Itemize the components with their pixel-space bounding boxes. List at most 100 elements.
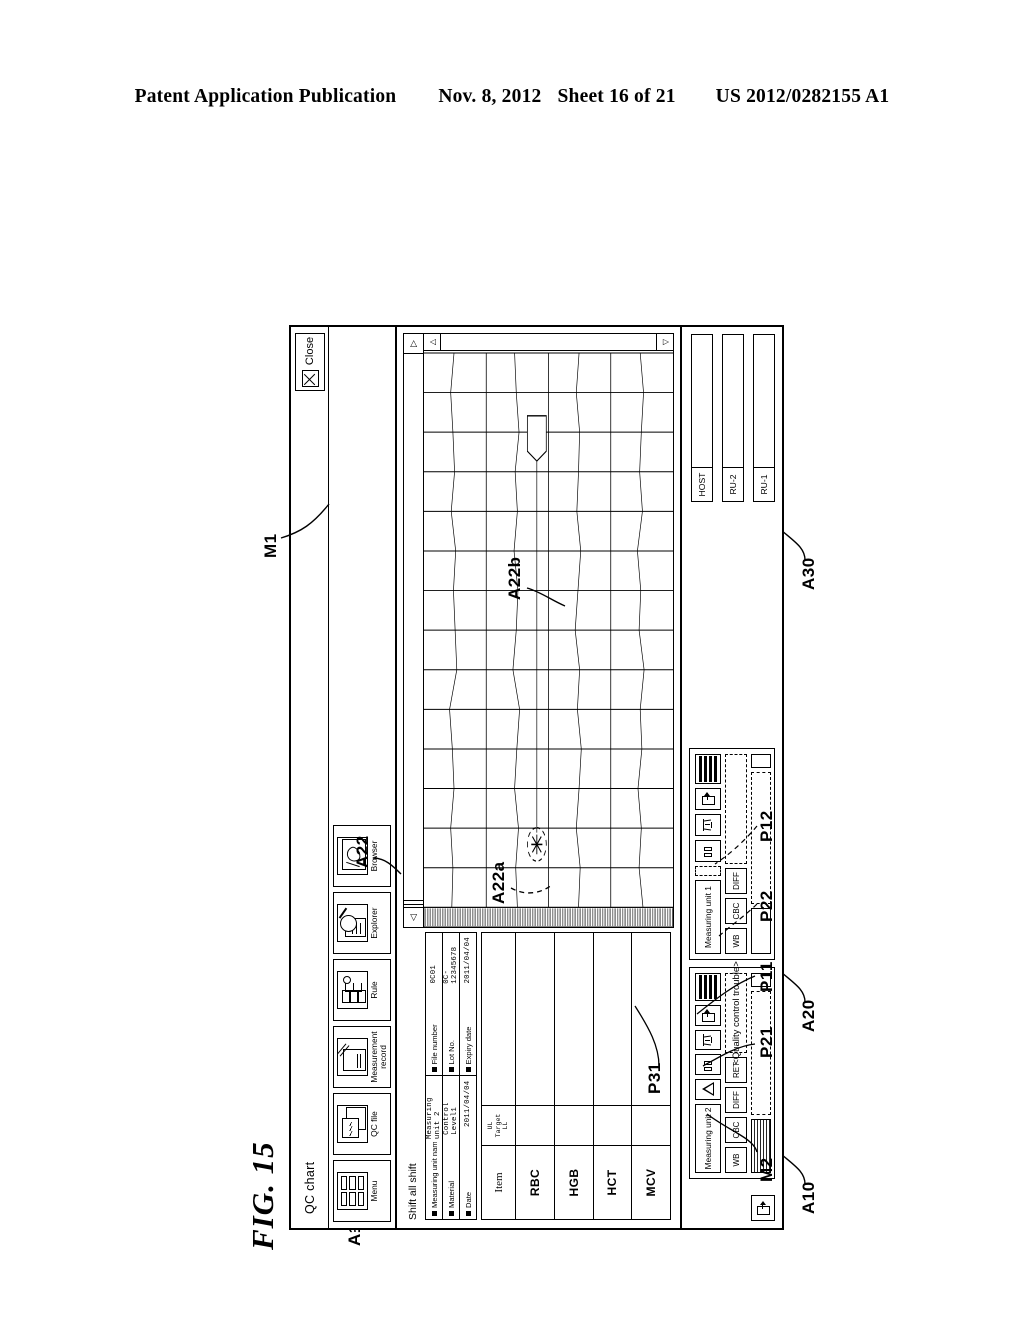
info-key: Lot No. <box>446 1040 456 1065</box>
qc-file-icon <box>337 1105 368 1143</box>
publication-sheet: Sheet 16 of 21 <box>557 86 676 107</box>
ref-p21: P21 <box>757 1026 776 1058</box>
table-cell-limits <box>593 1105 632 1145</box>
info-row-date: Date 2011/04/04 <box>460 1077 476 1220</box>
connection-row-ru2[interactable]: RU-2 <box>722 334 744 502</box>
table-header-row: Item UL Target LL <box>482 933 516 1219</box>
ref-a22a: A22a <box>489 861 508 904</box>
toolbar-label-measurement-record: Measurement record <box>369 1031 388 1083</box>
publication-left-text: Patent Application Publication <box>134 86 397 107</box>
grid-menu-icon <box>337 1172 368 1210</box>
table-row[interactable]: HCT <box>593 933 633 1219</box>
ref-m2: M2 <box>757 1157 776 1182</box>
info-value: Control Level1 <box>443 1102 459 1135</box>
triangle-right-icon[interactable]: ▷ <box>404 334 423 354</box>
explorer-magnifier-icon <box>337 904 368 942</box>
close-button-label: Close <box>304 336 316 366</box>
chart-pointer-line <box>526 415 547 833</box>
connection-body-ru1 <box>754 335 774 467</box>
table-cell-spacer <box>516 933 554 1105</box>
table-cell-limits <box>516 1105 554 1145</box>
measurement-record-icon <box>337 1038 368 1076</box>
triangle-left-icon[interactable]: ◁ <box>404 907 423 927</box>
table-row[interactable]: HGB <box>554 933 594 1219</box>
connection-status-stack: HOST RU-2 RU-1 <box>689 334 775 502</box>
application-window: QC chart Close Menu QC file Measurement … <box>289 325 784 1230</box>
info-row-lot-no: Lot No. 0C-12345678 <box>443 933 460 1076</box>
ref-a22: A22 <box>353 835 372 868</box>
header-ll: LL <box>502 1121 510 1130</box>
bullet-icon <box>448 1067 454 1073</box>
triangle-down-icon[interactable]: ▽ <box>656 334 673 350</box>
info-key: Expiry date <box>463 1026 473 1065</box>
unit1-small-slot <box>751 754 771 768</box>
bullet-icon <box>465 1211 471 1216</box>
info-key: Material <box>446 1180 456 1208</box>
close-x-icon <box>301 370 319 388</box>
table-row[interactable]: RBC <box>516 933 555 1219</box>
toolbar-button-menu[interactable]: Menu <box>333 1160 391 1222</box>
ref-a22b: A22b <box>505 556 524 600</box>
bullet-icon <box>465 1067 471 1073</box>
toolbar-button-explorer[interactable]: Explorer <box>333 892 391 954</box>
scroll-track[interactable] <box>404 354 423 907</box>
connection-label-host: HOST <box>692 467 712 501</box>
table-header-limits: UL Target LL <box>482 1105 515 1145</box>
table-cell-limits <box>554 1105 593 1145</box>
bullet-icon <box>431 1211 437 1216</box>
bullet-icon <box>448 1211 454 1216</box>
chart-left-gutter <box>424 906 673 927</box>
close-button[interactable]: Close <box>295 333 325 391</box>
table-cell-spacer <box>555 933 593 1105</box>
connection-row-ru1[interactable]: RU-1 <box>753 334 775 502</box>
info-value: 2011/04/04 <box>464 937 472 984</box>
scroll-thumb[interactable] <box>404 900 423 905</box>
toolbar-button-qc-file[interactable]: QC file <box>333 1093 391 1155</box>
info-key: File number <box>429 1024 439 1065</box>
toolbar-label-rule: Rule <box>369 981 379 999</box>
ref-p12-leader <box>714 825 758 865</box>
chart-vertical-scrollbar[interactable]: △ ▽ <box>424 334 673 351</box>
status-area: Measuring unit 2 WB CBC DIFF RET <Qualit… <box>682 327 782 1228</box>
connection-row-host[interactable]: HOST <box>691 334 713 502</box>
ref-m1-leader <box>280 503 330 539</box>
connection-label-ru1: RU-1 <box>754 467 774 501</box>
shift-label: Shift all shift <box>407 1163 419 1220</box>
table-header-spacer <box>482 933 515 1105</box>
sample-info-panel: Measuring unit name Measuring unit 2 Mat… <box>425 932 477 1220</box>
info-value: 2011/04/04 <box>464 1080 472 1127</box>
info-row-measuring-unit-name: Measuring unit name Measuring unit 2 <box>426 1076 443 1219</box>
table-cell-limits <box>632 1105 670 1145</box>
table-cell-item: MCV <box>632 1145 670 1219</box>
bullet-icon <box>431 1067 437 1073</box>
connection-label-ru2: RU-2 <box>723 467 743 501</box>
ref-p31-leader <box>634 1005 660 1067</box>
table-header-item: Item <box>482 1145 515 1219</box>
info-row-material: Material Control Level1 <box>443 1076 460 1219</box>
ref-p22-leader <box>718 903 758 937</box>
toolbar-button-rule[interactable]: Rule <box>333 959 391 1021</box>
rule-tree-icon <box>337 971 368 1009</box>
info-value: Measuring unit 2 <box>426 1097 442 1140</box>
figure-rotated-canvas: FIG. 15 A1 A10 A20 A30 QC chart Close Me… <box>227 300 818 1250</box>
bar-indicator-icon <box>695 754 721 784</box>
window-title-bar: QC chart Close <box>291 327 329 1228</box>
ref-p11: P11 <box>757 961 776 992</box>
info-key: Date <box>463 1191 473 1208</box>
table-cell-item: HGB <box>554 1145 593 1219</box>
ref-a22-leader <box>372 857 402 875</box>
toolbar-button-measurement-record[interactable]: Measurement record <box>333 1026 391 1088</box>
table-cell-item: RBC <box>516 1145 554 1219</box>
qc-item-table: Item UL Target LL RBC HGB HCT MCV <box>481 932 671 1220</box>
scroll-track-vertical[interactable] <box>441 334 656 350</box>
ref-a22a-leader <box>510 883 554 894</box>
publication-number: US 2012/0282155 A1 <box>715 86 890 107</box>
exit-button[interactable] <box>751 1195 775 1221</box>
info-row-expiry-date: Expiry date 2011/04/04 <box>460 933 476 1076</box>
triangle-up-icon[interactable]: △ <box>424 334 441 350</box>
warning-triangle-icon <box>695 1079 721 1100</box>
chart-plot-area[interactable] <box>424 351 673 927</box>
ref-p11-leader <box>696 975 756 1015</box>
publication-header: Patent Application Publication Nov. 8, 2… <box>0 86 1024 108</box>
content-area: Shift all shift Measuring unit name Meas… <box>353 327 682 1228</box>
